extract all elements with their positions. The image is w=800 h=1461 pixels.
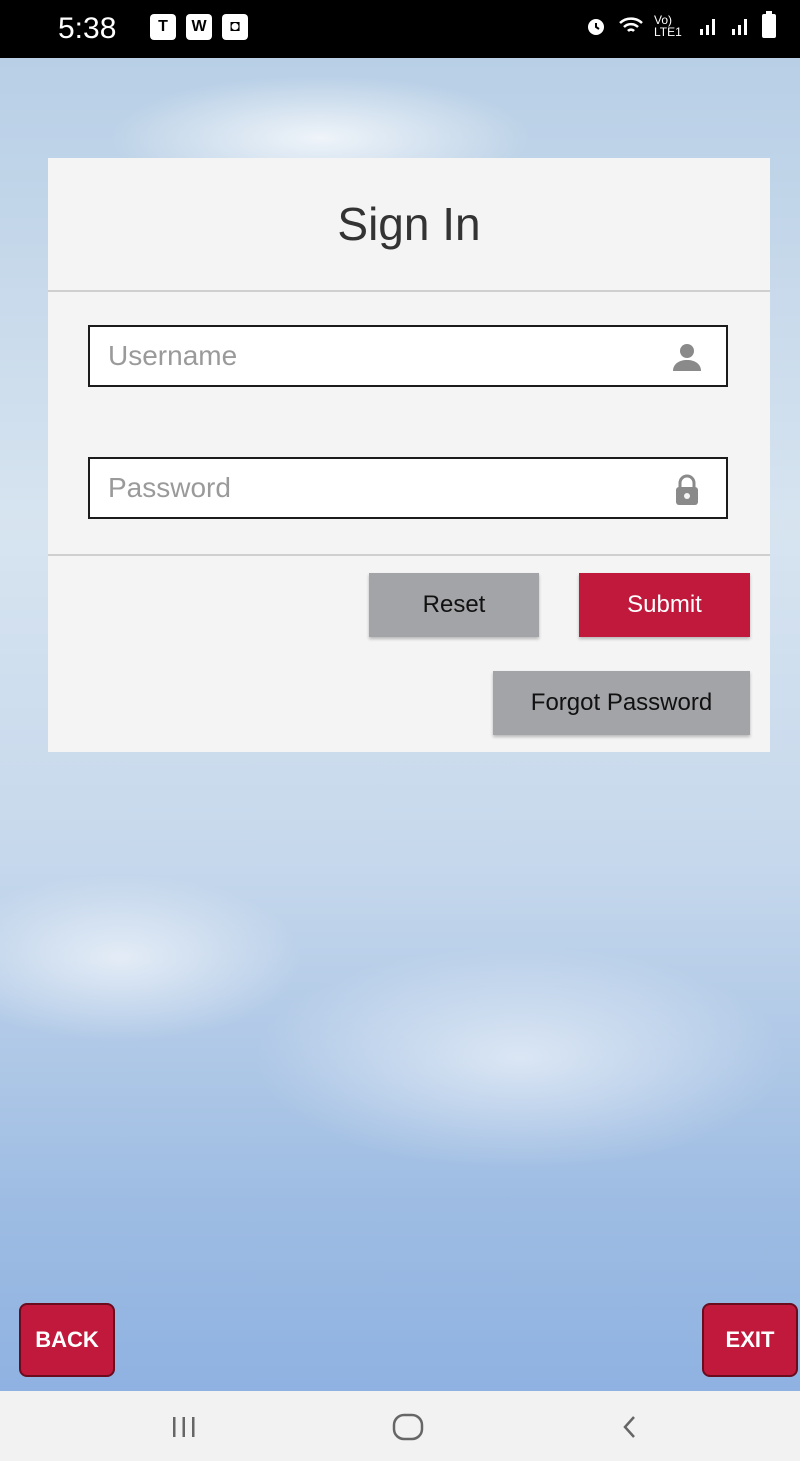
lock-icon: [676, 474, 698, 505]
form-divider: [48, 554, 770, 556]
username-input[interactable]: [90, 327, 648, 385]
status-bar: 5:38 T W ◘ Vo) LTE1: [0, 0, 800, 58]
alarm-icon: [588, 19, 604, 35]
sign-in-title: Sign In: [337, 198, 481, 250]
signal-icon-2: [732, 19, 747, 35]
teams-icon: T: [150, 14, 176, 40]
recents-icon: [173, 1417, 195, 1437]
status-notification-icons: T W ◘: [150, 14, 248, 40]
clock-app-icon: ◘: [222, 14, 248, 40]
password-input[interactable]: [90, 459, 648, 517]
system-back-button[interactable]: [600, 1407, 660, 1447]
password-field[interactable]: [88, 457, 728, 519]
battery-icon: [762, 11, 776, 38]
chevron-left-icon: [623, 1416, 635, 1438]
user-icon: [673, 344, 701, 371]
status-time: 5:38: [58, 12, 117, 45]
w-icon: W: [186, 14, 212, 40]
home-icon: [392, 1413, 424, 1441]
back-button[interactable]: BACK: [19, 1303, 115, 1377]
forgot-password-button[interactable]: Forgot Password: [493, 671, 750, 735]
android-navigation-bar: [0, 1391, 800, 1461]
home-button[interactable]: [378, 1407, 438, 1447]
wifi-icon: [619, 17, 643, 32]
title-divider: [48, 290, 770, 292]
exit-button[interactable]: EXIT: [702, 1303, 798, 1377]
sign-in-card: Sign In Reset Submit Forgot Password: [48, 158, 770, 752]
volte-label: Vo) LTE1: [654, 13, 682, 39]
signal-icon-1: [700, 19, 715, 35]
reset-button[interactable]: Reset: [369, 573, 539, 637]
recents-button[interactable]: [154, 1407, 214, 1447]
status-system-icons: Vo) LTE1: [584, 11, 776, 39]
username-field[interactable]: [88, 325, 728, 387]
submit-button[interactable]: Submit: [579, 573, 750, 637]
